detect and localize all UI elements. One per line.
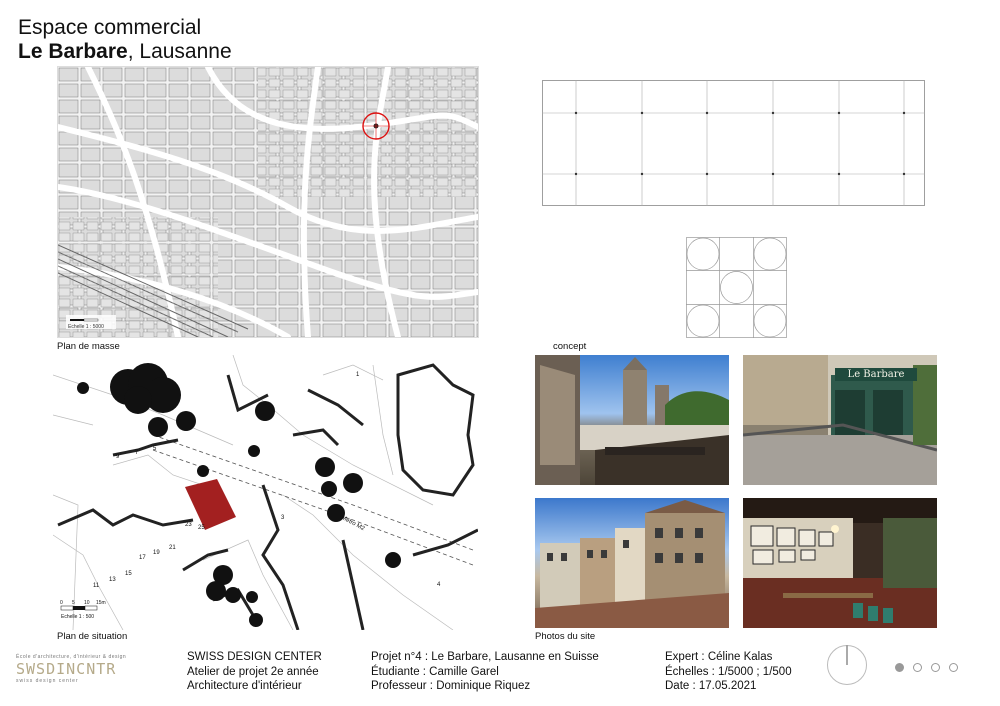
expert: Expert : Céline Kalas — [665, 651, 773, 663]
house-number: 11 — [93, 583, 100, 589]
footer-project-info: Projet n°4 : Le Barbare, Lausanne en Sui… — [371, 650, 599, 694]
scale-tick: 15m — [96, 600, 106, 606]
student: Étudiante : Camille Garel — [371, 665, 499, 678]
project-city: , Lausanne — [127, 40, 232, 63]
page-title-line1: Espace commercial — [18, 16, 202, 39]
concept-circles-diagram — [686, 237, 787, 338]
site-photo-le-barbare-facade: Le Barbare — [743, 355, 937, 485]
site-photo-old-town — [535, 498, 729, 628]
logo-subtitle: swiss design center — [16, 678, 79, 684]
site-photo-restaurant-interior — [743, 498, 937, 628]
house-number: 19 — [153, 550, 160, 556]
house-number: 9 — [116, 454, 120, 460]
site-photo-cathedral — [535, 355, 729, 485]
page-dot-2[interactable] — [913, 663, 922, 672]
scale-label-masse: Echelle 1 : 5000 — [68, 324, 104, 330]
caption-photos: Photos du site — [535, 631, 596, 642]
professor: Professeur : Dominique Riquez — [371, 680, 531, 692]
page-dot-3[interactable] — [931, 663, 940, 672]
progress-circle-icon — [826, 644, 868, 686]
house-number: 13 — [109, 577, 116, 583]
caption-plan-de-masse: Plan de masse — [57, 341, 120, 352]
department: Architecture d'intérieur — [187, 680, 302, 692]
scales: Échelles : 1/5000 ; 1/500 — [665, 665, 792, 678]
scale-tick: 5 — [72, 600, 75, 606]
caption-plan-de-situation: Plan de situation — [57, 631, 128, 642]
house-number: 15 — [125, 571, 132, 577]
house-number: 7 — [135, 450, 139, 456]
house-number: 1 — [356, 372, 360, 378]
house-number: 21 — [169, 545, 176, 551]
scale-tick: 10 — [84, 600, 90, 606]
school-name: SWISS DESIGN CENTER — [187, 651, 322, 663]
plan-de-situation-map: 9 7 5 23 25 21 19 17 15 13 11 1 3 4 Métr… — [53, 355, 478, 630]
project-name: Le Barbare — [18, 40, 128, 63]
page-title-line2: Le Barbare, Lausanne — [18, 40, 232, 64]
logo-wordmark: SWSDINCNTR — [16, 660, 117, 678]
house-number: 3 — [281, 515, 285, 521]
swiss-design-center-logo: École d'architecture, d'intérieur & desi… — [16, 654, 176, 688]
scale-label-situation: Echelle 1 : 500 — [61, 614, 95, 620]
caption-concept: concept — [553, 341, 587, 352]
project-title: Projet n°4 : Le Barbare, Lausanne en Sui… — [371, 651, 599, 663]
house-number: 5 — [153, 446, 157, 452]
map-drawing — [58, 67, 478, 337]
page-dot-4[interactable] — [949, 663, 958, 672]
scale-tick: 0 — [60, 600, 63, 606]
house-number: 17 — [139, 555, 146, 561]
page-dot-1[interactable] — [895, 663, 904, 672]
site-plot — [185, 479, 236, 530]
house-number: 25 — [198, 525, 205, 531]
le-barbare-sign: Le Barbare — [835, 368, 917, 381]
footer-meta-info: Expert : Céline Kalas Échelles : 1/5000 … — [665, 650, 792, 694]
date: Date : 17.05.2021 — [665, 680, 757, 692]
house-number: 4 — [437, 582, 441, 588]
concept-grid-diagram — [542, 80, 925, 206]
plan-de-masse-map: Echelle 1 : 5000 — [57, 66, 479, 338]
footer-school-info: SWISS DESIGN CENTER Atelier de projet 2e… — [187, 650, 322, 694]
house-number: 23 — [185, 522, 192, 528]
workshop-year: Atelier de projet 2e année — [187, 665, 319, 678]
